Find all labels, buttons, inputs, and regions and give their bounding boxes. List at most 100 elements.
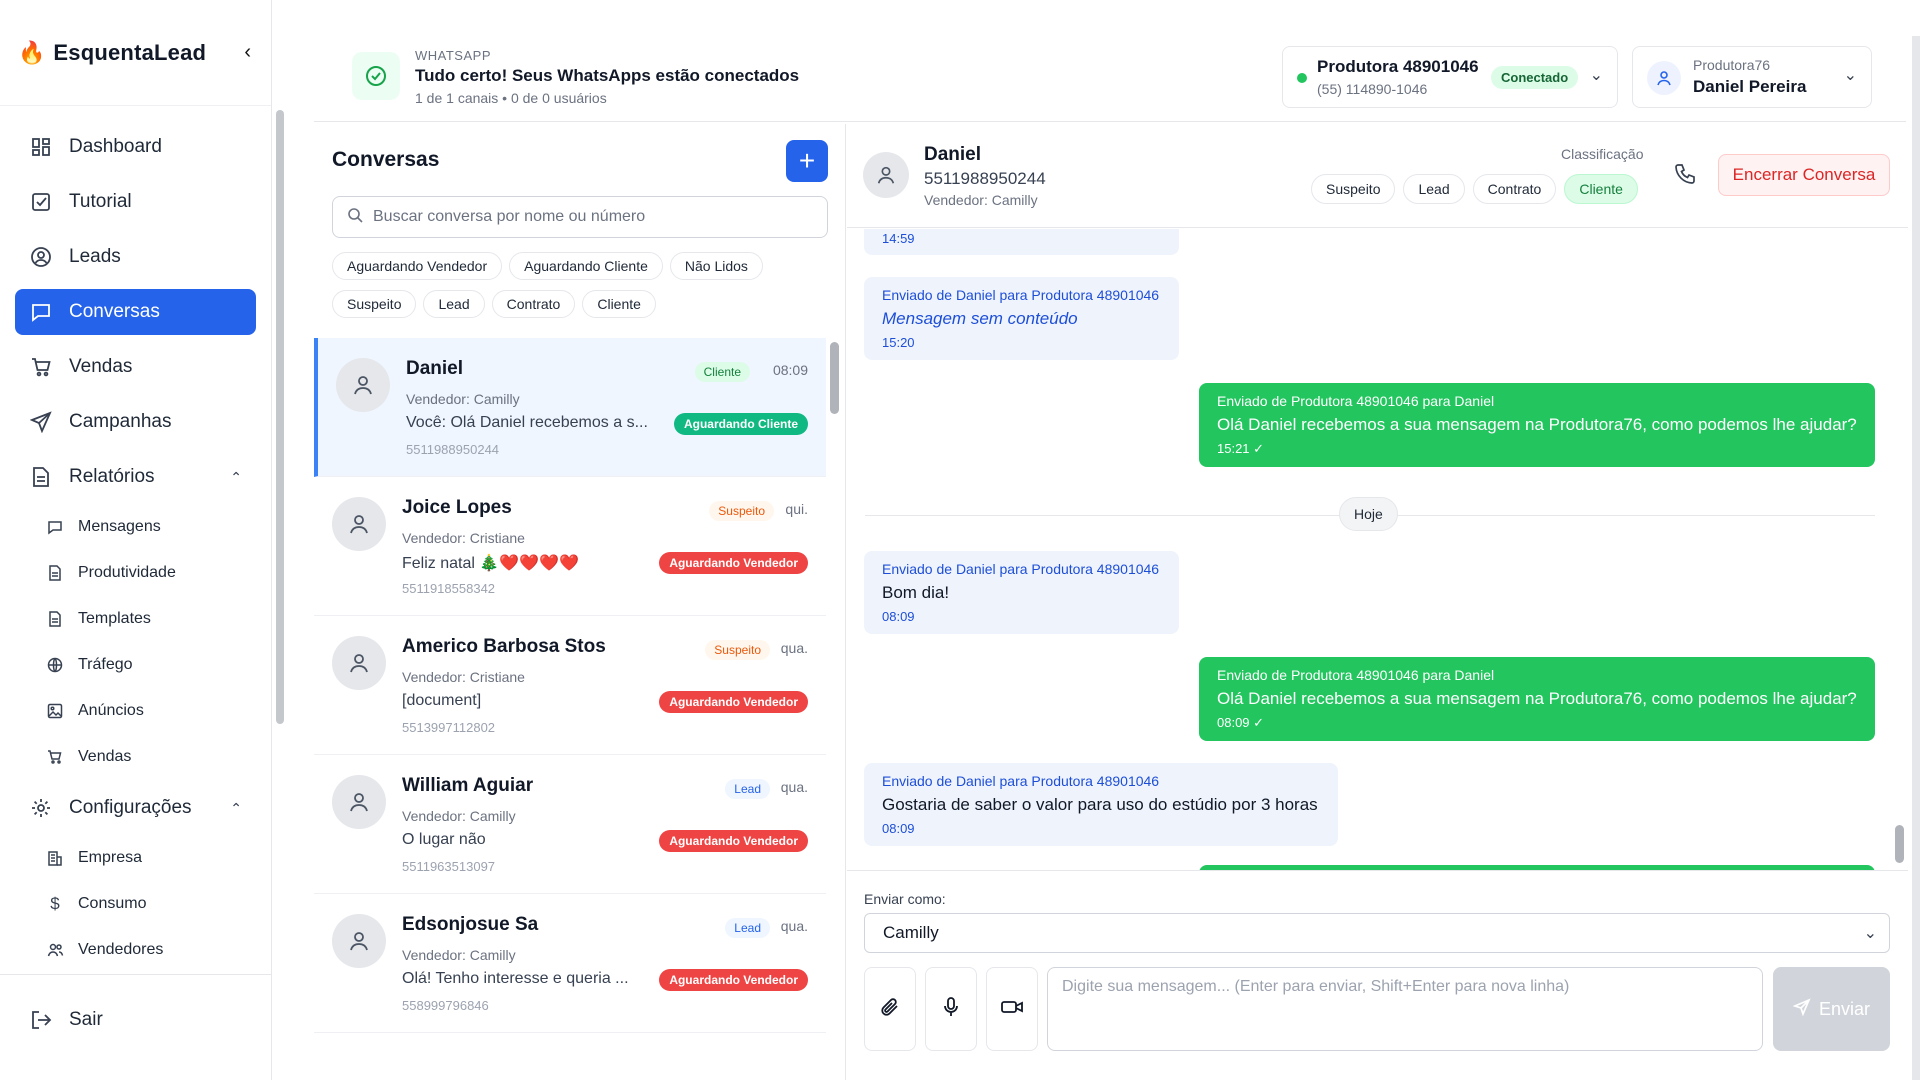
new-conversation-button[interactable]: + [786, 140, 828, 182]
connection-status-badge: Conectado [1491, 66, 1579, 89]
brand: 🔥 EsquentaLead ‹ [0, 0, 271, 106]
search-input[interactable]: Buscar conversa por nome ou número [332, 196, 828, 238]
filter-contrato[interactable]: Contrato [491, 290, 576, 318]
conversation-vendor: Vendedor: Cristiane [402, 530, 525, 546]
conversation-name: Joice Lopes [402, 497, 512, 518]
dashboard-icon [29, 135, 53, 159]
filter-suspeito[interactable]: Suspeito [332, 290, 417, 318]
filter-cliente[interactable]: Cliente [582, 290, 656, 318]
classification-contrato[interactable]: Contrato [1472, 174, 1557, 204]
conversation-vendor: Vendedor: Cristiane [402, 669, 525, 685]
nav-leads[interactable]: Leads [15, 234, 256, 280]
classification-lead[interactable]: Lead [1403, 174, 1465, 204]
classification-suspeito[interactable]: Suspeito [1311, 174, 1396, 204]
status-badge: Aguardando Vendedor [659, 830, 808, 852]
sub-templates[interactable]: Templates [46, 601, 256, 637]
end-conversation-button[interactable]: Encerrar Conversa [1718, 154, 1890, 196]
nav-sair-label: Sair [69, 1009, 103, 1030]
sub-mensagens[interactable]: Mensagens [46, 509, 256, 545]
sub-trafego[interactable]: Tráfego [46, 647, 256, 683]
classification-cliente[interactable]: Cliente [1564, 174, 1638, 204]
cart-icon [29, 355, 53, 379]
message-body: Gostaria de saber o valor para uso do es… [882, 795, 1318, 814]
paperclip-icon [879, 996, 901, 1023]
file-icon [46, 564, 64, 582]
avatar [332, 775, 386, 829]
avatar [863, 152, 909, 198]
send-button[interactable]: Enviar [1773, 967, 1890, 1051]
filter-nao-lidos[interactable]: Não Lidos [669, 252, 763, 280]
conversation-time: qua. [780, 779, 808, 795]
message-bubble: Enviado de Produtora 48901046 para Danie… [1199, 657, 1875, 741]
sub-anuncios[interactable]: Anúncios [46, 693, 256, 729]
message-header: Enviado de Produtora 48901046 para Danie… [1217, 393, 1495, 409]
conversation-list-panel: Conversas + Buscar conversa por nome ou … [314, 124, 846, 1080]
send-icon [1792, 997, 1811, 1021]
contact-number: 5511988950244 [924, 169, 1046, 188]
nav-vendas[interactable]: Vendas [15, 344, 256, 390]
whatsapp-subtitle: 1 de 1 canais • 0 de 0 usuários [415, 90, 607, 106]
status-badge: Aguardando Vendedor [659, 552, 808, 574]
conversation-item[interactable]: Edsonjosue Sa Lead qua. Vendedor: Camill… [314, 894, 826, 1033]
conversation-time: qua. [780, 640, 808, 656]
conversation-phone: 5511988950244 [406, 442, 500, 457]
video-button[interactable] [986, 967, 1038, 1051]
nav-campanhas-label: Campanhas [69, 411, 172, 432]
conversation-name: Americo Barbosa Stos [402, 636, 606, 657]
user-org: Produtora76 [1693, 57, 1771, 73]
sub-empresa[interactable]: Empresa [46, 840, 256, 876]
connection-selector[interactable]: Produtora 48901046 (55) 114890-1046 Cone… [1282, 46, 1618, 108]
online-dot [1297, 73, 1307, 83]
conversation-item[interactable]: Daniel Cliente 08:09 Vendedor: Camilly V… [314, 338, 826, 477]
nav-configuracoes[interactable]: Configurações ⌃ [15, 785, 256, 831]
sub-vendedores[interactable]: Vendedores [46, 932, 256, 968]
conversation-vendor: Vendedor: Camilly [406, 391, 520, 407]
user-menu[interactable]: Produtora76 Daniel Pereira ⌄ [1632, 46, 1872, 108]
thread-scrollbar[interactable] [1895, 825, 1904, 863]
nav-sair[interactable]: Sair [15, 997, 257, 1043]
status-badge: Aguardando Vendedor [659, 691, 808, 713]
nav-tutorial[interactable]: Tutorial [15, 179, 256, 225]
message-header: Enviado de Produtora 48901046 para Danie… [1217, 667, 1495, 683]
classification-label: Classificação [1561, 146, 1644, 162]
nav-dashboard[interactable]: Dashboard [15, 124, 256, 170]
file-icon [46, 610, 64, 628]
sub-empresa-label: Empresa [78, 849, 143, 866]
sub-consumo[interactable]: $ Consumo [46, 886, 256, 922]
conversation-item[interactable]: Joice Lopes Suspeito qui. Vendedor: Cris… [314, 477, 826, 616]
connection-number: (55) 114890-1046 [1317, 81, 1428, 97]
contact-name: Daniel [924, 144, 982, 165]
nav-campanhas[interactable]: Campanhas [15, 399, 256, 445]
nav-conversas[interactable]: Conversas [15, 289, 256, 335]
whatsapp-status: WHATSAPP Tudo certo! Seus WhatsApps estã… [415, 48, 799, 106]
attach-button[interactable] [864, 967, 916, 1051]
chevron-down-icon: ⌄ [1863, 925, 1877, 942]
nav-leads-label: Leads [69, 246, 121, 267]
sub-vendedores-label: Vendedores [78, 941, 164, 958]
message-header: Enviado de Daniel para Produtora 4890104… [882, 287, 1160, 303]
nav-relatorios-label: Relatórios [69, 466, 155, 487]
message-composer: Enviar como: Camilly ⌄ Digite sua mensag… [847, 870, 1908, 1080]
send-as-select[interactable]: Camilly ⌄ [864, 913, 1890, 953]
sub-consumo-label: Consumo [78, 895, 147, 912]
collapse-sidebar-button[interactable]: ‹ [244, 41, 253, 64]
message-thread: 14:59 Enviado de Daniel para Produtora 4… [847, 229, 1908, 870]
message-time: 15:20 [882, 335, 915, 350]
filter-lead[interactable]: Lead [423, 290, 485, 318]
conversation-phone: 558999796846 [402, 998, 489, 1013]
list-title: Conversas [332, 148, 440, 171]
filter-aguardando-vendedor[interactable]: Aguardando Vendedor [332, 252, 503, 280]
message-input[interactable]: Digite sua mensagem... (Enter para envia… [1047, 967, 1763, 1051]
conversation-item[interactable]: Americo Barbosa Stos Suspeito qua. Vende… [314, 616, 826, 755]
conversation-item[interactable]: William Aguiar Lead qua. Vendedor: Camil… [314, 755, 826, 894]
filter-aguardando-cliente[interactable]: Aguardando Cliente [509, 252, 663, 280]
sidebar-scrollbar[interactable] [276, 110, 284, 724]
nav-relatorios[interactable]: Relatórios ⌃ [15, 454, 256, 500]
sub-vendas[interactable]: Vendas [46, 739, 256, 775]
send-button-label: Enviar [1818, 998, 1871, 1019]
audio-button[interactable] [925, 967, 977, 1051]
sub-produtividade[interactable]: Produtividade [46, 555, 256, 591]
conversation-preview: [document] [402, 692, 482, 709]
phone-icon[interactable] [1673, 162, 1699, 188]
list-scrollbar[interactable] [830, 342, 839, 414]
